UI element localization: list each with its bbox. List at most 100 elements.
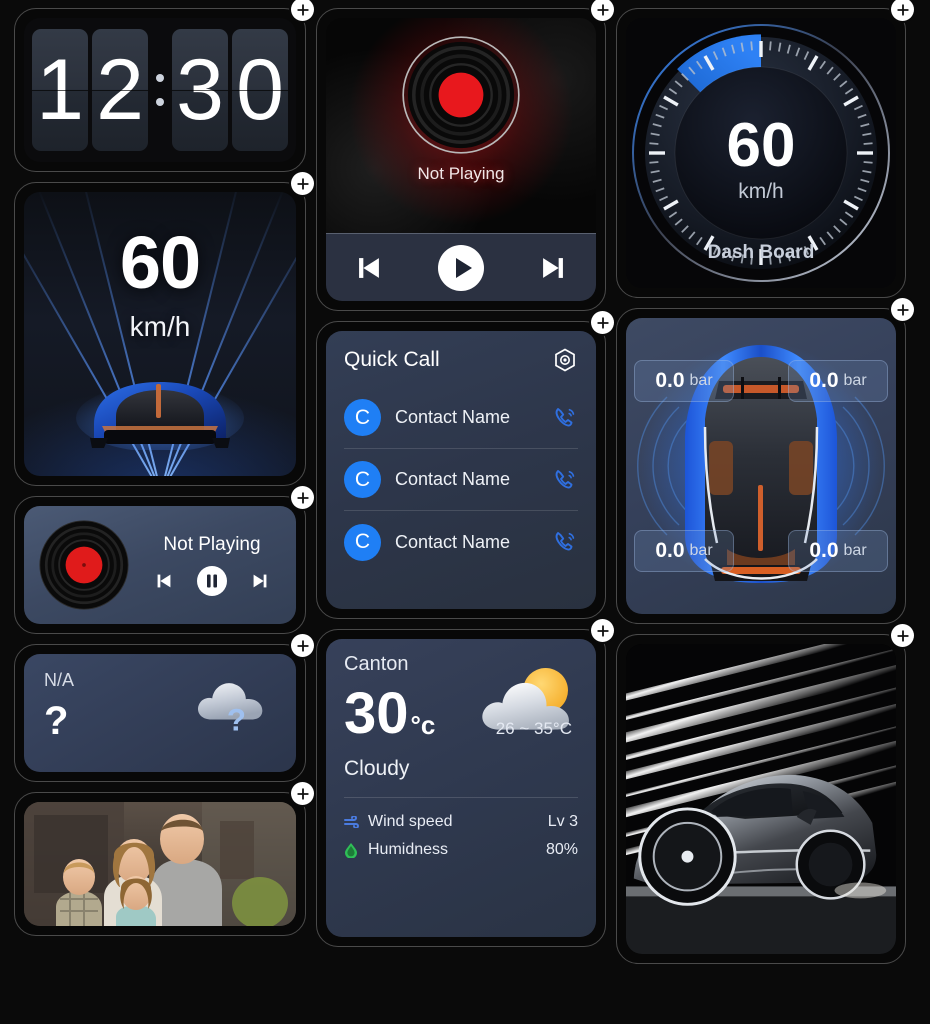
speed-widget[interactable]: 60 km/h [14, 172, 314, 486]
family-photo-widget[interactable] [14, 782, 314, 936]
avatar: C [344, 523, 381, 561]
tire-pressure-widget[interactable]: 0.0 bar 0.0 bar 0.0 bar 0.0 bar [616, 298, 914, 624]
contact-row-1[interactable]: C Contact Name [344, 387, 578, 449]
tire-pressure-rear-right: 0.0 bar [788, 530, 888, 572]
quick-call-header: Quick Call [344, 347, 578, 373]
add-widget-button-sport[interactable] [891, 624, 914, 647]
plus-icon [596, 3, 609, 16]
dashboard-gauge: 60 km/h Dash Board [626, 18, 896, 288]
phone-call-icon[interactable] [552, 405, 578, 431]
weather-condition: Cloudy [344, 757, 410, 781]
plus-icon [596, 316, 609, 329]
humidity-label: Humidness [368, 841, 449, 859]
add-widget-button-dashboard[interactable] [891, 0, 914, 21]
quick-call-title: Quick Call [344, 348, 440, 371]
weather-range: 26 ~ 35°C [495, 719, 572, 739]
tire-pressure-rear-left: 0.0 bar [634, 530, 734, 572]
plus-icon [896, 3, 909, 16]
tire-value: 0.0 [809, 369, 839, 392]
plus-icon [896, 303, 909, 316]
media-player-widget[interactable]: Not Playing [316, 0, 614, 311]
plus-icon [896, 629, 909, 642]
next-track-icon[interactable] [249, 570, 271, 592]
column-right: 60 km/h Dash Board 0.0 bar 0.0 bar 0.0 b… [616, 0, 914, 1014]
contact-row-3[interactable]: C Contact Name [344, 511, 578, 573]
weather-temperature: 30 [344, 681, 409, 746]
family-photo [24, 802, 296, 926]
plus-icon [296, 639, 309, 652]
weather-detail-humidity: Humidness 80% [344, 836, 578, 864]
clock-face: 1 2 3 0 [24, 18, 296, 162]
phone-call-icon[interactable] [552, 467, 578, 493]
weather-widget[interactable]: Canton 30 °c 26 ~ 35°C Cloudy Wind speed… [316, 619, 614, 947]
plus-icon [296, 787, 309, 800]
tire-pressure-front-right: 0.0 bar [788, 360, 888, 402]
speed-value: 60 [119, 221, 201, 304]
tire-value: 0.0 [655, 539, 685, 562]
svg-text:?: ? [227, 702, 246, 737]
mini-media-right: Not Playing [142, 534, 282, 596]
clock-digit-h2: 2 [92, 29, 148, 151]
contact-row-2[interactable]: C Contact Name [344, 449, 578, 511]
add-widget-button-quick-call[interactable] [591, 311, 614, 334]
avatar: C [344, 399, 381, 436]
car-rear-illustration [76, 382, 244, 450]
add-widget-button-media[interactable] [591, 0, 614, 21]
play-icon[interactable] [438, 244, 484, 291]
gauge-graphic: 60 km/h Dash Board [632, 24, 890, 282]
weather-detail-wind: Wind speed Lv 3 [344, 808, 578, 836]
tire-unit: bar [689, 542, 713, 559]
column-left: 1 2 3 0 60 km/h Not Playing N/A ? ? [14, 0, 314, 1014]
add-widget-button-tire[interactable] [891, 298, 914, 321]
sport-car-photo [626, 644, 896, 954]
previous-track-icon[interactable] [352, 251, 386, 285]
hexagon-settings-icon[interactable] [552, 347, 578, 373]
gauge-unit: km/h [738, 180, 784, 203]
tire-value: 0.0 [655, 369, 685, 392]
previous-track-icon[interactable] [153, 570, 175, 592]
clock-colon [152, 29, 168, 151]
add-widget-button-photo[interactable] [291, 782, 314, 805]
add-widget-button-weather[interactable] [591, 619, 614, 642]
na-weather-widget[interactable]: N/A ? ? [14, 634, 314, 782]
pause-icon[interactable] [197, 566, 227, 596]
cloud-question-icon: ? [197, 683, 263, 737]
clock-digit-m2: 0 [232, 29, 288, 151]
media-status-title: Not Playing [417, 164, 505, 183]
humidity-drop-icon [344, 842, 364, 859]
plus-icon [296, 3, 309, 16]
wind-icon [344, 816, 364, 829]
gauge-value: 60 [727, 111, 796, 180]
add-widget-button-mini-media[interactable] [291, 486, 314, 509]
vinyl-record-icon [39, 520, 129, 610]
dashboard-widget[interactable]: 60 km/h Dash Board [616, 0, 914, 298]
next-track-icon[interactable] [536, 251, 570, 285]
clock-digit-h1: 1 [32, 29, 88, 151]
tire-value: 0.0 [809, 539, 839, 562]
wind-label: Wind speed [368, 813, 453, 831]
sport-car-photo-widget[interactable] [616, 624, 914, 964]
plus-icon [296, 177, 309, 190]
tire-unit: bar [689, 372, 713, 389]
contact-name: Contact Name [395, 531, 511, 552]
add-widget-button-na[interactable] [291, 634, 314, 657]
weather-unit: °c [410, 710, 436, 741]
media-player-body: Not Playing [326, 18, 596, 301]
contact-name: Contact Name [395, 407, 511, 427]
quick-call-widget[interactable]: Quick Call C Contact Name C Contact Name… [316, 311, 614, 619]
tire-pressure-front-left: 0.0 bar [634, 360, 734, 402]
speed-unit: km/h [129, 311, 191, 342]
tire-pressure-body: 0.0 bar 0.0 bar 0.0 bar 0.0 bar [626, 318, 896, 614]
add-widget-button-clock[interactable] [291, 0, 314, 21]
quick-call-contacts: C Contact Name C Contact Name C Contact … [344, 387, 578, 573]
clock-widget[interactable]: 1 2 3 0 [14, 0, 314, 172]
quick-call-body: Quick Call C Contact Name C Contact Name… [326, 331, 596, 609]
widget-board: 1 2 3 0 60 km/h Not Playing N/A ? ? Not … [0, 0, 930, 1024]
add-widget-button-speed[interactable] [291, 172, 314, 195]
mini-media-widget[interactable]: Not Playing [14, 486, 314, 634]
mini-media-body: Not Playing [24, 506, 296, 624]
phone-call-icon[interactable] [552, 529, 578, 555]
vinyl-record-icon [402, 36, 520, 154]
column-middle: Not Playing Quick Call C Contact Name C … [316, 0, 614, 1014]
tire-unit: bar [843, 542, 867, 559]
